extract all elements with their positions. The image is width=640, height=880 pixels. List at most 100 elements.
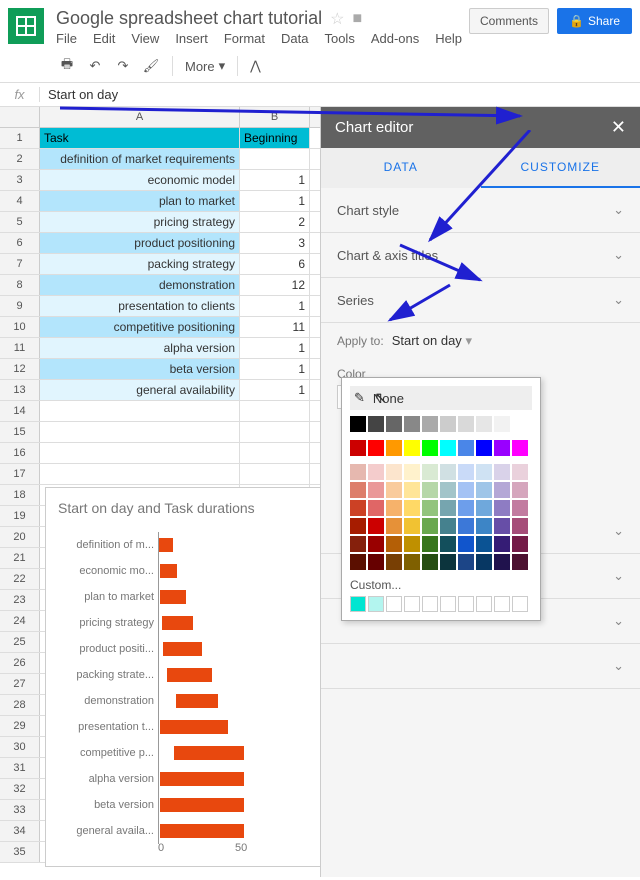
color-swatch[interactable] — [476, 554, 492, 570]
menu-view[interactable]: View — [131, 31, 159, 46]
color-swatch[interactable] — [494, 440, 510, 456]
color-swatch[interactable] — [368, 416, 384, 432]
color-swatch[interactable] — [404, 416, 420, 432]
color-swatch[interactable] — [368, 536, 384, 552]
color-swatch[interactable] — [458, 500, 474, 516]
color-swatch[interactable] — [368, 554, 384, 570]
color-swatch[interactable] — [440, 416, 456, 432]
formula-bar[interactable]: Start on day — [40, 87, 640, 102]
overflow-icon[interactable]: ⋀ — [250, 58, 261, 74]
menu-addons[interactable]: Add-ons — [371, 31, 419, 46]
star-icon[interactable]: ☆ — [330, 9, 344, 29]
color-none-option[interactable]: ✎ None ↖ — [350, 386, 532, 410]
custom-swatch-empty[interactable] — [494, 596, 510, 612]
spreadsheet[interactable]: A B 1TaskBeginning2definition of market … — [0, 107, 320, 877]
color-swatch[interactable] — [494, 518, 510, 534]
color-swatch[interactable] — [350, 482, 366, 498]
color-swatch[interactable] — [404, 554, 420, 570]
menu-tools[interactable]: Tools — [324, 31, 354, 46]
menu-help[interactable]: Help — [435, 31, 462, 46]
custom-label[interactable]: Custom... — [350, 578, 532, 592]
color-swatch[interactable] — [440, 554, 456, 570]
color-swatch[interactable] — [512, 416, 528, 432]
sheets-logo[interactable] — [8, 8, 44, 44]
color-swatch[interactable] — [476, 518, 492, 534]
folder-icon[interactable]: ■ — [353, 10, 363, 28]
color-swatch[interactable] — [458, 464, 474, 480]
color-swatch[interactable] — [350, 464, 366, 480]
tab-customize[interactable]: CUSTOMIZE — [481, 148, 640, 188]
color-swatch[interactable] — [494, 500, 510, 516]
section-series[interactable]: Series ⌄ — [321, 278, 640, 323]
color-swatch[interactable] — [422, 500, 438, 516]
color-swatch[interactable] — [494, 482, 510, 498]
custom-swatch-empty[interactable] — [440, 596, 456, 612]
color-swatch[interactable] — [476, 482, 492, 498]
color-swatch[interactable] — [458, 416, 474, 432]
tab-data[interactable]: DATA — [321, 148, 481, 188]
color-swatch[interactable] — [350, 518, 366, 534]
menu-edit[interactable]: Edit — [93, 31, 115, 46]
color-swatch[interactable] — [422, 554, 438, 570]
color-swatch[interactable] — [368, 518, 384, 534]
col-header-b[interactable]: B — [240, 107, 310, 127]
comments-button[interactable]: Comments — [469, 8, 549, 34]
color-swatch[interactable] — [350, 440, 366, 456]
color-swatch[interactable] — [404, 518, 420, 534]
paint-format-icon[interactable]: 🖌 — [142, 57, 160, 75]
print-icon[interactable]: 🖶 — [58, 57, 76, 75]
color-swatch[interactable] — [386, 500, 402, 516]
color-swatch[interactable] — [386, 518, 402, 534]
color-swatch[interactable] — [458, 518, 474, 534]
menu-data[interactable]: Data — [281, 31, 308, 46]
color-swatch[interactable] — [404, 440, 420, 456]
menu-format[interactable]: Format — [224, 31, 265, 46]
color-swatch[interactable] — [368, 464, 384, 480]
color-swatch[interactable] — [422, 518, 438, 534]
undo-icon[interactable]: ↶ — [86, 57, 104, 75]
color-swatch[interactable] — [458, 482, 474, 498]
color-swatch[interactable] — [422, 416, 438, 432]
color-swatch[interactable] — [476, 536, 492, 552]
color-swatch[interactable] — [512, 554, 528, 570]
embedded-chart[interactable]: Start on day and Task durations definiti… — [45, 487, 320, 867]
custom-swatch[interactable] — [350, 596, 366, 612]
color-swatch[interactable] — [368, 482, 384, 498]
color-swatch[interactable] — [386, 536, 402, 552]
color-swatch[interactable] — [494, 416, 510, 432]
color-swatch[interactable] — [386, 482, 402, 498]
color-swatch[interactable] — [512, 440, 528, 456]
apply-to-dropdown[interactable]: Start on day ▾ — [392, 333, 472, 349]
color-swatch[interactable] — [440, 440, 456, 456]
color-swatch[interactable] — [404, 536, 420, 552]
color-swatch[interactable] — [494, 464, 510, 480]
custom-swatch-empty[interactable] — [512, 596, 528, 612]
color-swatch[interactable] — [494, 554, 510, 570]
color-swatch[interactable] — [476, 416, 492, 432]
color-swatch[interactable] — [476, 464, 492, 480]
menu-insert[interactable]: Insert — [175, 31, 208, 46]
doc-title[interactable]: Google spreadsheet chart tutorial — [56, 8, 322, 29]
color-swatch[interactable] — [386, 440, 402, 456]
color-swatch[interactable] — [458, 440, 474, 456]
custom-swatch-empty[interactable] — [422, 596, 438, 612]
color-swatch[interactable] — [458, 536, 474, 552]
color-swatch[interactable] — [458, 554, 474, 570]
color-swatch[interactable] — [440, 518, 456, 534]
section-chart-style[interactable]: Chart style ⌄ — [321, 188, 640, 233]
color-swatch[interactable] — [494, 536, 510, 552]
color-swatch[interactable] — [386, 416, 402, 432]
redo-icon[interactable]: ↷ — [114, 57, 132, 75]
color-swatch[interactable] — [476, 440, 492, 456]
color-swatch[interactable] — [512, 482, 528, 498]
color-swatch[interactable] — [422, 464, 438, 480]
color-swatch[interactable] — [368, 500, 384, 516]
color-swatch[interactable] — [422, 536, 438, 552]
color-swatch[interactable] — [422, 440, 438, 456]
color-swatch[interactable] — [350, 536, 366, 552]
color-swatch[interactable] — [386, 464, 402, 480]
color-swatch[interactable] — [512, 536, 528, 552]
color-swatch[interactable] — [440, 536, 456, 552]
color-swatch[interactable] — [350, 554, 366, 570]
color-swatch[interactable] — [512, 464, 528, 480]
